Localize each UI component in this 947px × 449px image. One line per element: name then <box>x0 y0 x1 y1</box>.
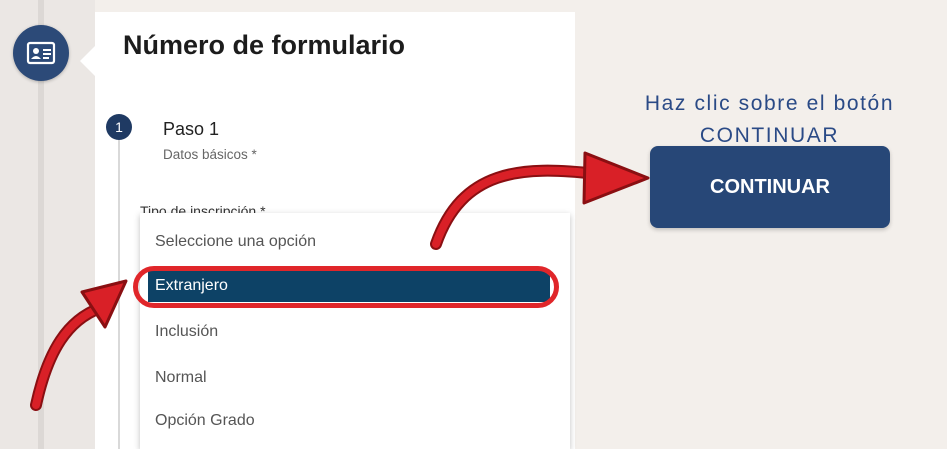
arrow-icon <box>430 151 650 250</box>
arrow-icon <box>30 279 128 411</box>
